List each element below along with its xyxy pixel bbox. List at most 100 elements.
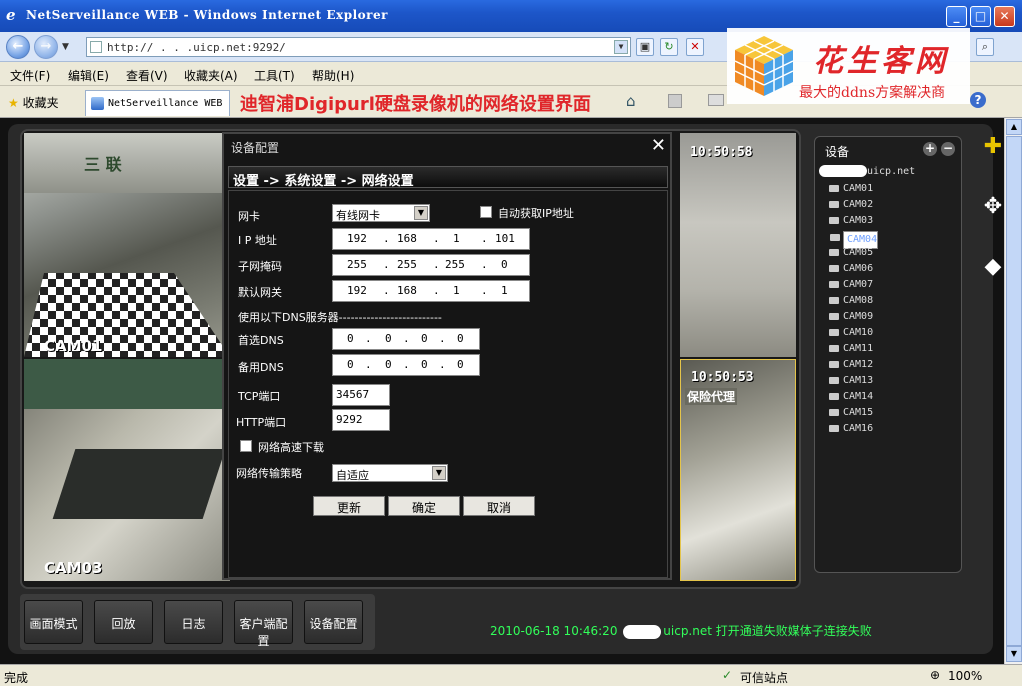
device-item[interactable]: CAM02 — [829, 199, 873, 210]
tcp-port-field[interactable]: 34567 — [332, 384, 390, 406]
feeds-icon[interactable] — [668, 94, 682, 108]
stop-icon[interactable]: ✕ — [686, 38, 704, 56]
help-icon[interactable]: ? — [970, 92, 986, 108]
scroll-up-icon[interactable]: ▲ — [1006, 119, 1022, 135]
menu-help[interactable]: 帮助(H) — [312, 67, 354, 84]
cancel-button[interactable]: 取消 — [463, 496, 535, 516]
watermark-subtitle: 最大的ddns方案解决商 — [799, 85, 946, 101]
menu-file[interactable]: 文件(F) — [10, 67, 50, 84]
device-item-label: CAM14 — [843, 391, 874, 402]
device-config-button[interactable]: 设备配置 — [304, 600, 363, 644]
device-item[interactable]: CAM14 — [829, 391, 874, 402]
nic-select[interactable]: 有线网卡 ▼ — [332, 204, 430, 222]
camera-icon — [829, 297, 839, 304]
refresh-icon[interactable]: ↻ — [660, 38, 678, 56]
playback-button[interactable]: 回放 — [94, 600, 153, 644]
remove-device-icon[interactable]: − — [941, 142, 955, 156]
cam01-label: CAM01 — [44, 337, 103, 355]
favorites-button[interactable]: ★ 收藏夹 — [8, 94, 59, 111]
menu-view[interactable]: 查看(V) — [126, 67, 168, 84]
maximize-button[interactable]: □ — [970, 6, 991, 27]
device-item[interactable]: CAM16 — [829, 423, 873, 434]
bottom-toolbar: 画面模式 回放 日志 客户端配置 设备配置 — [20, 594, 375, 650]
strategy-label: 网络传输策略 — [236, 467, 302, 480]
subnet-mask-field[interactable]: 255. 255. 255. 0 — [332, 254, 530, 276]
mail-icon[interactable] — [708, 94, 724, 106]
device-item[interactable]: CAM10 — [829, 327, 873, 338]
history-dropdown-icon[interactable]: ▼ — [62, 42, 69, 52]
device-item[interactable]: CAM11 — [829, 343, 873, 354]
favorites-label: 收藏夹 — [22, 96, 59, 110]
gateway-field[interactable]: 192. 168. 1. 1 — [332, 280, 530, 302]
address-url: http:// . . .uicp.net:9292/ — [107, 41, 286, 54]
cube-logo-icon — [734, 36, 794, 96]
status-datetime: 2010-06-18 10:46:20 — [490, 624, 618, 638]
back-button[interactable]: ← — [6, 35, 30, 59]
device-item-label: CAM01 — [843, 183, 874, 194]
scroll-thumb[interactable] — [1006, 136, 1022, 646]
breadcrumb: 设置 -> 系统设置 -> 网络设置 — [228, 166, 668, 189]
update-button[interactable]: 更新 — [313, 496, 385, 516]
device-item[interactable]: CAM05 — [829, 247, 873, 258]
ok-button[interactable]: 确定 — [388, 496, 460, 516]
view-mode-button[interactable]: 画面模式 — [24, 600, 83, 644]
dns2-field[interactable]: 0.0.0.0 — [332, 354, 480, 376]
ip-address-field[interactable]: 192. 168. 1. 101 — [332, 228, 530, 250]
camera-view-cam03[interactable]: CAM03 — [24, 359, 230, 581]
auto-ip-checkbox[interactable] — [480, 206, 492, 218]
ip-label: I P 地址 — [238, 234, 277, 247]
status-zone: 可信站点 — [740, 671, 789, 685]
http-port-field[interactable]: 9292 — [332, 409, 390, 431]
device-item[interactable]: CAM03 — [829, 215, 873, 226]
camera-icon — [829, 265, 839, 272]
strategy-select[interactable]: 自适应 ▼ — [332, 464, 448, 482]
window-title: NetServeillance WEB - Windows Internet E… — [26, 8, 388, 22]
device-item-label: CAM07 — [843, 279, 874, 290]
address-bar[interactable]: http:// . . .uicp.net:9292/ ▼ — [86, 37, 631, 57]
sign-text-2: 保险代理 — [685, 388, 738, 405]
device-item[interactable]: CAM13 — [829, 375, 873, 386]
menu-favorites[interactable]: 收藏夹(A) — [184, 67, 238, 84]
status-done: 完成 — [4, 671, 29, 685]
home-icon[interactable]: ⌂ — [626, 92, 636, 110]
camera-icon — [829, 249, 839, 256]
add-device-icon[interactable]: + — [923, 142, 937, 156]
forward-button[interactable]: → — [34, 35, 58, 59]
camera-view-cam02[interactable]: 10:50:58 — [680, 133, 796, 357]
close-window-button[interactable]: ✕ — [994, 6, 1015, 27]
scroll-down-icon[interactable]: ▼ — [1006, 646, 1022, 662]
device-item[interactable]: CAM06 — [829, 263, 874, 274]
device-item[interactable]: CAM01 — [829, 183, 874, 194]
device-item-label: CAM06 — [843, 263, 874, 274]
device-item[interactable]: CAM09 — [829, 311, 873, 322]
dns1-label: 首选DNS — [238, 334, 284, 347]
log-button[interactable]: 日志 — [164, 600, 223, 644]
status-zoom[interactable]: 100% — [948, 669, 982, 683]
tab-netserveillance[interactable]: NetServeillance WEB — [85, 90, 230, 116]
device-item[interactable]: CAM15 — [829, 407, 873, 418]
menu-tools[interactable]: 工具(T) — [254, 67, 295, 84]
high-speed-download-label: 网络高速下载 — [258, 441, 324, 454]
compat-icon[interactable]: ▣ — [636, 38, 654, 56]
dns2-label: 备用DNS — [238, 361, 284, 374]
menu-edit[interactable]: 编辑(E) — [68, 67, 109, 84]
device-item[interactable]: CAM12 — [829, 359, 873, 370]
device-item[interactable]: CAM08 — [829, 295, 873, 306]
cam04-time: 10:50:53 — [691, 370, 754, 385]
camera-view-cam01[interactable]: 三 联 CAM01 — [24, 133, 230, 357]
minimize-button[interactable]: _ — [946, 6, 967, 27]
search-icon[interactable]: ⌕ — [976, 38, 994, 56]
client-config-button[interactable]: 客户端配置 — [234, 600, 293, 648]
address-dropdown-icon[interactable]: ▼ — [614, 40, 628, 54]
camera-view-cam04[interactable]: 10:50:53 保险代理 — [680, 359, 796, 581]
dns1-field[interactable]: 0.0.0.0 — [332, 328, 480, 350]
close-icon[interactable]: ✕ — [651, 135, 666, 156]
vertical-scrollbar[interactable]: ▲ ▼ — [1004, 118, 1022, 664]
chevron-down-icon: ▼ — [432, 466, 446, 480]
watermark-logo: 花生客网 最大的ddns方案解决商 — [727, 28, 970, 104]
camera-icon — [829, 217, 839, 224]
device-root[interactable]: uicp.net — [819, 165, 915, 177]
http-port-label: HTTP端口 — [236, 416, 287, 429]
high-speed-download-checkbox[interactable] — [240, 440, 252, 452]
device-item[interactable]: CAM07 — [829, 279, 874, 290]
